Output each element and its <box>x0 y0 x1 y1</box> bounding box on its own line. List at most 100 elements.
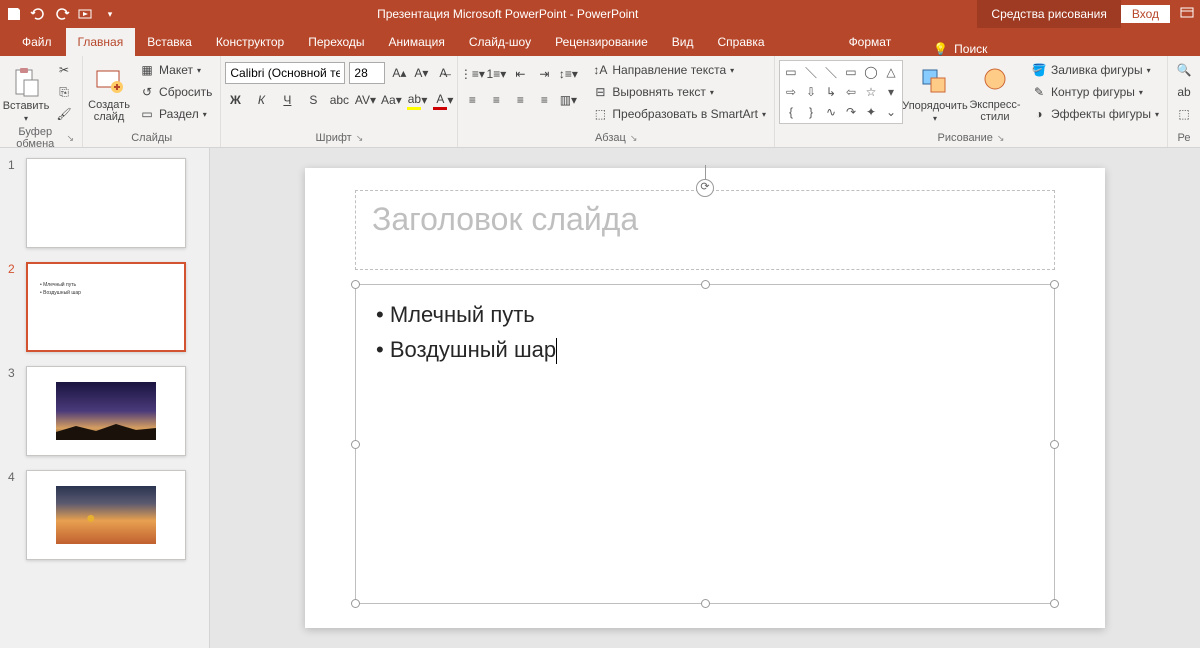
start-from-beginning-icon[interactable] <box>78 6 94 22</box>
signin-button[interactable]: Вход <box>1121 5 1170 23</box>
underline-button[interactable]: Ч <box>277 90 297 110</box>
thumbnail-slide-4[interactable] <box>26 470 186 560</box>
columns-button[interactable]: ▥▾ <box>558 90 578 110</box>
select-button[interactable]: ⬚ <box>1172 104 1196 124</box>
increase-font-icon[interactable]: A▴ <box>389 63 409 83</box>
ribbon-display-options-icon[interactable] <box>1180 6 1194 23</box>
bold-button[interactable]: Ж <box>225 90 245 110</box>
tab-home[interactable]: Главная <box>66 28 136 56</box>
tab-view[interactable]: Вид <box>660 28 706 56</box>
qat-dropdown-icon[interactable]: ▾ <box>102 6 118 22</box>
slide[interactable]: Заголовок слайда Млечный путь Воздушный … <box>305 168 1105 628</box>
clear-formatting-icon[interactable]: A̶ <box>433 63 453 83</box>
copy-button[interactable]: ⎘ <box>52 82 76 102</box>
bullets-button[interactable]: ⋮≡▾ <box>462 64 482 84</box>
resize-handle-s[interactable] <box>701 599 710 608</box>
quick-styles-button[interactable]: Экспресс- стили <box>967 60 1023 128</box>
tab-review[interactable]: Рецензирование <box>543 28 660 56</box>
align-right-button[interactable]: ≡ <box>510 90 530 110</box>
paragraph-dialog-icon[interactable]: ↘ <box>630 133 638 144</box>
undo-icon[interactable] <box>30 6 46 22</box>
font-size-input[interactable] <box>349 62 385 84</box>
new-slide-button[interactable]: Создать слайд <box>87 60 131 128</box>
tab-file[interactable]: Файл <box>8 28 66 56</box>
convert-smartart-button[interactable]: ⬚Преобразовать в SmartArt▾ <box>588 104 770 124</box>
strikethrough-button[interactable]: abc <box>329 90 349 110</box>
resize-handle-sw[interactable] <box>351 599 360 608</box>
numbering-button[interactable]: 1≡▾ <box>486 64 506 84</box>
align-left-button[interactable]: ≡ <box>462 90 482 110</box>
tab-slideshow[interactable]: Слайд-шоу <box>457 28 543 56</box>
thumbnail-slide-2[interactable]: • Млечный путь• Воздушный шар <box>26 262 186 352</box>
shape-scroll-icon[interactable]: ⌄ <box>882 103 900 121</box>
shape-star-icon[interactable]: ☆ <box>862 83 880 101</box>
thumbnail-slide-1[interactable] <box>26 158 186 248</box>
align-center-button[interactable]: ≡ <box>486 90 506 110</box>
resize-handle-se[interactable] <box>1050 599 1059 608</box>
find-button[interactable]: 🔍 <box>1172 60 1196 80</box>
replace-button[interactable]: ab <box>1172 82 1196 102</box>
shape-arrow-d-icon[interactable]: ⇩ <box>802 83 820 101</box>
shape-curve-icon[interactable]: ∿ <box>822 103 840 121</box>
tab-design[interactable]: Конструктор <box>204 28 296 56</box>
tab-transitions[interactable]: Переходы <box>296 28 376 56</box>
drawing-dialog-icon[interactable]: ↘ <box>997 133 1005 144</box>
resize-handle-ne[interactable] <box>1050 280 1059 289</box>
resize-handle-w[interactable] <box>351 440 360 449</box>
title-placeholder[interactable]: Заголовок слайда <box>355 190 1055 270</box>
shape-outline-button[interactable]: ✎Контур фигуры▾ <box>1027 82 1163 102</box>
text-direction-button[interactable]: ↕AНаправление текста▾ <box>588 60 770 80</box>
tell-me-search[interactable]: 💡 Поиск <box>933 42 987 56</box>
redo-icon[interactable] <box>54 6 70 22</box>
thumb-1[interactable]: 1 <box>8 158 201 248</box>
tab-format[interactable]: Формат <box>837 28 904 56</box>
character-spacing-button[interactable]: AV▾ <box>355 90 375 110</box>
increase-indent-button[interactable]: ⇥ <box>534 64 554 84</box>
resize-handle-n[interactable] <box>701 280 710 289</box>
shape-fill-button[interactable]: 🪣Заливка фигуры▾ <box>1027 60 1163 80</box>
tab-animations[interactable]: Анимация <box>377 28 457 56</box>
tab-help[interactable]: Справка <box>705 28 776 56</box>
resize-handle-e[interactable] <box>1050 440 1059 449</box>
shapes-gallery[interactable]: ▭＼＼▭◯△ ⇨⇩↳⇦☆▾ {}∿↷✦⌄ <box>779 60 903 124</box>
shadow-button[interactable]: S <box>303 90 323 110</box>
bullet-1[interactable]: Млечный путь <box>376 297 1034 332</box>
shape-line2-icon[interactable]: ＼ <box>822 63 840 81</box>
shape-rect-icon[interactable]: ▭ <box>782 63 800 81</box>
shape-arrow-l-icon[interactable]: ⇦ <box>842 83 860 101</box>
slide-thumbnails-pane[interactable]: 1 2• Млечный путь• Воздушный шар 3 4 <box>0 148 210 648</box>
clipboard-dialog-icon[interactable]: ↘ <box>67 133 75 144</box>
shape-connector-icon[interactable]: ↳ <box>822 83 840 101</box>
arrange-button[interactable]: Упорядочить▾ <box>907 60 963 128</box>
shape-line-icon[interactable]: ＼ <box>802 63 820 81</box>
thumb-2[interactable]: 2• Млечный путь• Воздушный шар <box>8 262 201 352</box>
shape-oval-icon[interactable]: ◯ <box>862 63 880 81</box>
save-icon[interactable] <box>6 6 22 22</box>
resize-handle-nw[interactable] <box>351 280 360 289</box>
cut-button[interactable]: ✂ <box>52 60 76 80</box>
section-button[interactable]: ▭Раздел▾ <box>135 104 216 124</box>
paste-button[interactable]: Вставить ▾ <box>4 60 48 128</box>
line-spacing-button[interactable]: ↕≡▾ <box>558 64 578 84</box>
shape-triangle-icon[interactable]: △ <box>882 63 900 81</box>
font-color-button[interactable]: A▾ <box>433 90 453 110</box>
tab-insert[interactable]: Вставка <box>135 28 204 56</box>
format-painter-button[interactable]: 🖌 <box>52 104 76 124</box>
decrease-indent-button[interactable]: ⇤ <box>510 64 530 84</box>
rotate-handle-icon[interactable] <box>696 165 714 197</box>
content-placeholder[interactable]: Млечный путь Воздушный шар <box>355 284 1055 604</box>
shape-effects-button[interactable]: ◑Эффекты фигуры▾ <box>1027 104 1163 124</box>
decrease-font-icon[interactable]: A▾ <box>411 63 431 83</box>
layout-button[interactable]: ▦Макет▾ <box>135 60 216 80</box>
font-dialog-icon[interactable]: ↘ <box>356 133 364 144</box>
shape-star2-icon[interactable]: ✦ <box>862 103 880 121</box>
reset-button[interactable]: ↺Сбросить <box>135 82 216 102</box>
shape-brace-icon[interactable]: { <box>782 103 800 121</box>
shape-arrow-r-icon[interactable]: ⇨ <box>782 83 800 101</box>
font-highlight-button[interactable]: ab▾ <box>407 90 427 110</box>
change-case-button[interactable]: Aa▾ <box>381 90 401 110</box>
justify-button[interactable]: ≡ <box>534 90 554 110</box>
shape-rect2-icon[interactable]: ▭ <box>842 63 860 81</box>
slide-canvas-area[interactable]: Заголовок слайда Млечный путь Воздушный … <box>210 148 1200 648</box>
thumbnail-slide-3[interactable] <box>26 366 186 456</box>
